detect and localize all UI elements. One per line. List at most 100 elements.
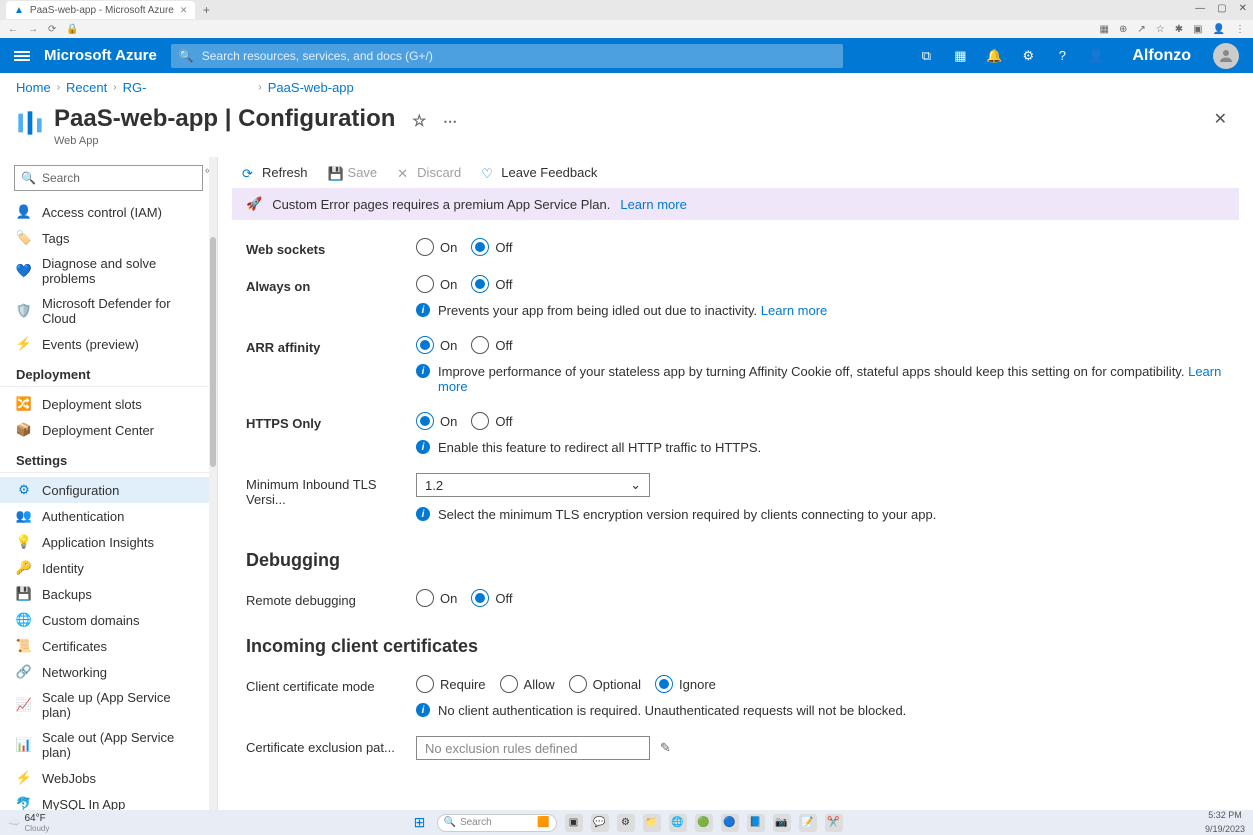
taskbar-app[interactable]: 🌐 [669, 814, 687, 832]
radio-option[interactable]: On [416, 238, 457, 256]
sidebar-item[interactable]: 🏷️Tags [0, 225, 217, 251]
taskbar-app[interactable]: 📷 [773, 814, 791, 832]
menu-item-label: Access control (IAM) [42, 205, 162, 220]
sidebar-item[interactable]: 🔑Identity [0, 555, 217, 581]
taskbar-search[interactable]: 🔍Search🟧 [437, 814, 557, 832]
learn-more-link[interactable]: Learn more [761, 303, 827, 318]
favorite-icon[interactable]: ☆ [412, 113, 426, 130]
extension-icon[interactable]: ▣ [1193, 24, 1202, 35]
start-button[interactable]: ⊞ [411, 814, 429, 832]
more-icon[interactable]: ⋯ [443, 113, 457, 129]
taskbar-app[interactable]: 🔵 [721, 814, 739, 832]
refresh-button[interactable]: ⟳Refresh [242, 165, 308, 180]
sidebar-item[interactable]: 👤Access control (IAM) [0, 199, 217, 225]
radio-label: Off [495, 240, 512, 255]
main-panel: ⟳Refresh 💾Save ✕Discard ♡Leave Feedback … [218, 157, 1253, 810]
addr-icon[interactable]: ☆ [1156, 24, 1165, 35]
window-maximize[interactable]: ▢ [1217, 3, 1226, 14]
user-avatar[interactable] [1213, 43, 1239, 69]
sidebar-item[interactable]: 💡Application Insights [0, 529, 217, 555]
browser-tab[interactable]: ▲ PaaS-web-app - Microsoft Azure ✕ [6, 1, 195, 19]
breadcrumb-item[interactable]: Home [16, 80, 51, 95]
sidebar-search-input[interactable]: 🔍 Search [14, 165, 203, 191]
cloud-shell-icon[interactable]: ⧉ [918, 48, 934, 64]
save-button[interactable]: 💾Save [328, 165, 378, 180]
sidebar: 🔍 Search « 👤Access control (IAM)🏷️Tags💙D… [0, 157, 218, 810]
sidebar-item[interactable]: ⚡WebJobs [0, 765, 217, 791]
extension-icon[interactable]: ✱ [1175, 24, 1183, 35]
sidebar-item[interactable]: 🔀Deployment slots [0, 391, 217, 417]
radio-option[interactable]: Ignore [655, 675, 716, 693]
cert-exclusion-input[interactable]: No exclusion rules defined [416, 736, 650, 760]
addr-icon[interactable]: ⊕ [1119, 24, 1127, 35]
discard-button[interactable]: ✕Discard [397, 165, 461, 180]
scrollbar[interactable] [209, 157, 217, 810]
breadcrumb-item[interactable]: Recent [66, 80, 107, 95]
settings-icon[interactable]: ⚙ [1020, 48, 1036, 64]
taskbar-app[interactable]: ⚙ [617, 814, 635, 832]
taskbar-app[interactable]: 💬 [591, 814, 609, 832]
radio-option[interactable]: Off [471, 238, 512, 256]
taskbar-app[interactable]: 📝 [799, 814, 817, 832]
sidebar-item[interactable]: 💾Backups [0, 581, 217, 607]
weather-widget[interactable]: ☁️ 64°F Cloudy [8, 813, 49, 833]
tab-close-icon[interactable]: ✕ [180, 5, 188, 16]
close-blade-button[interactable]: ✕ [1204, 105, 1237, 133]
nav-forward-icon[interactable]: → [28, 24, 38, 35]
radio-option[interactable]: On [416, 412, 457, 430]
feedback-button[interactable]: ♡Leave Feedback [481, 165, 597, 180]
radio-option[interactable]: Allow [500, 675, 555, 693]
breadcrumb-item[interactable]: PaaS-web-app [268, 80, 354, 95]
addr-icon[interactable]: ↗ [1137, 24, 1145, 35]
profile-icon[interactable]: 👤 [1213, 24, 1225, 35]
sidebar-item[interactable]: 🔗Networking [0, 659, 217, 685]
radio-option[interactable]: On [416, 589, 457, 607]
taskbar-app[interactable]: 📁 [643, 814, 661, 832]
feedback-icon[interactable]: 👤 [1088, 48, 1104, 64]
tenant-name[interactable]: Alfonzo [1132, 47, 1191, 65]
site-lock-icon[interactable]: 🔒 [66, 24, 78, 35]
brand[interactable]: Microsoft Azure [44, 47, 157, 64]
nav-back-icon[interactable]: ← [8, 24, 18, 35]
sidebar-item[interactable]: ⚡Events (preview) [0, 331, 217, 357]
sidebar-item[interactable]: 📦Deployment Center [0, 417, 217, 443]
sidebar-item[interactable]: ⚙Configuration [0, 477, 217, 503]
taskbar-app[interactable]: 🟢 [695, 814, 713, 832]
help-icon[interactable]: ? [1054, 48, 1070, 64]
sidebar-item[interactable]: 📜Certificates [0, 633, 217, 659]
menu-toggle-icon[interactable] [14, 51, 30, 61]
global-search-input[interactable]: 🔍 Search resources, services, and docs (… [171, 44, 843, 68]
taskbar-app[interactable]: ▣ [565, 814, 583, 832]
menu-icon[interactable]: ⋮ [1235, 24, 1245, 35]
directory-icon[interactable]: ▦ [952, 48, 968, 64]
sidebar-item[interactable]: 🌐Custom domains [0, 607, 217, 633]
taskbar-app[interactable]: ✂️ [825, 814, 843, 832]
sidebar-item[interactable]: 💙Diagnose and solve problems [0, 251, 217, 291]
alert-link[interactable]: Learn more [620, 197, 686, 212]
sidebar-item[interactable]: 📊Scale out (App Service plan) [0, 725, 217, 765]
info-icon: i [416, 364, 430, 378]
radio-option[interactable]: Optional [569, 675, 641, 693]
radio-option[interactable]: On [416, 336, 457, 354]
addr-icon[interactable]: ▦ [1100, 24, 1109, 35]
tls-version-select[interactable]: 1.2 ⌄ [416, 473, 650, 497]
radio-option[interactable]: Off [471, 275, 512, 293]
sidebar-item[interactable]: 🛡️Microsoft Defender for Cloud [0, 291, 217, 331]
new-tab-button[interactable]: + [199, 3, 213, 17]
window-minimize[interactable]: — [1195, 3, 1205, 14]
radio-option[interactable]: Require [416, 675, 486, 693]
radio-option[interactable]: On [416, 275, 457, 293]
radio-option[interactable]: Off [471, 412, 512, 430]
breadcrumb-item[interactable]: RG- [123, 80, 147, 95]
sidebar-item[interactable]: 👥Authentication [0, 503, 217, 529]
notifications-icon[interactable]: 🔔 [986, 48, 1002, 64]
taskbar-app[interactable]: 📘 [747, 814, 765, 832]
edit-icon[interactable]: ✎ [660, 740, 671, 756]
system-tray[interactable]: 5:32 PM 9/19/2023 [1205, 811, 1245, 835]
radio-option[interactable]: Off [471, 589, 512, 607]
radio-option[interactable]: Off [471, 336, 512, 354]
sidebar-item[interactable]: 📈Scale up (App Service plan) [0, 685, 217, 725]
sidebar-item[interactable]: 🐬MySQL In App [0, 791, 217, 810]
nav-refresh-icon[interactable]: ⟳ [48, 24, 56, 35]
window-close[interactable]: ✕ [1239, 3, 1247, 14]
